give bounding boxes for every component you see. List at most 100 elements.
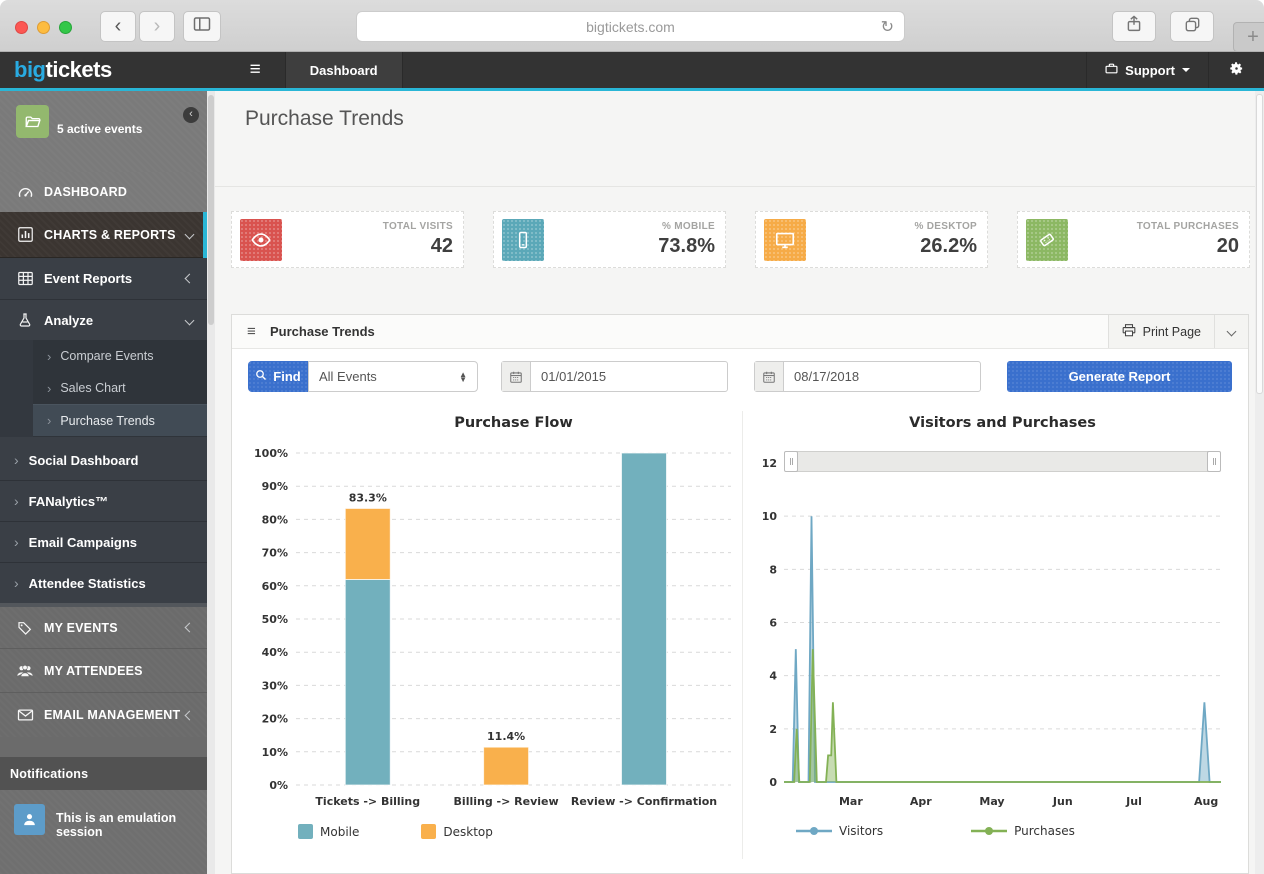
share-button[interactable] [1112,11,1156,42]
range-slider-right-handle[interactable] [1207,451,1221,472]
stat-value: 26.2% [920,235,977,258]
logo-tickets: tickets [46,57,112,83]
forward-button[interactable]: › [139,11,175,42]
sidebar-item-compare-events[interactable]: › Compare Events [33,340,207,372]
flask-icon [14,312,36,328]
new-tab-button[interactable]: + [1233,22,1264,52]
find-label: Find [273,369,300,384]
users-icon [14,663,36,679]
svg-text:60%: 60% [262,580,288,593]
event-filter-select[interactable]: All Events ▲▼ [308,361,478,392]
chevron-left-icon [185,710,195,720]
generate-report-button[interactable]: Generate Report [1007,361,1232,392]
back-button[interactable]: ‹ [100,11,136,42]
legend-item-purchases[interactable]: Purchases [971,824,1075,838]
chevron-down-icon [185,315,195,325]
email-campaigns-label: Email Campaigns [29,535,137,550]
svg-text:12: 12 [762,457,777,470]
sidebar-item-fanalytics[interactable]: › FANalytics™ [0,481,207,522]
panel-options-button[interactable] [1214,315,1248,348]
chevron-down-icon [185,230,195,240]
stat-label: TOTAL PURCHASES [1137,221,1239,232]
browser-chrome: ‹ › bigtickets.com ↻ + [0,0,1264,52]
svg-text:Aug: Aug [1194,795,1218,808]
main-scrollbar[interactable] [1255,91,1264,874]
purchase-trends-panel: ≡ Purchase Trends Print Page Find [231,314,1249,874]
purchase-flow-chart: 0%10%20%30%40%50%60%70%80%90%100%83.3%Ti… [232,439,742,814]
sidebar-item-email-campaigns[interactable]: › Email Campaigns [0,522,207,563]
user-icon [14,804,45,835]
page-title: Purchase Trends [245,107,404,131]
date-to-input[interactable] [784,362,980,391]
legend-item-visitors[interactable]: Visitors [796,824,883,838]
browser-sidebar-toggle-button[interactable] [183,11,221,42]
stat-value: 20 [1217,235,1239,258]
find-button[interactable]: Find [248,361,308,392]
sidebar-item-charts-reports[interactable]: CHARTS & REPORTS [0,212,207,258]
mobile-swatch-icon [298,824,313,839]
chart-range-slider[interactable] [784,451,1221,472]
menu-toggle-button[interactable]: ≡ [226,52,286,88]
tabs-icon [1184,16,1201,38]
submenu-arrow-icon: › [14,575,19,591]
address-bar[interactable]: bigtickets.com ↻ [356,11,905,42]
svg-text:10%: 10% [262,746,288,759]
tab-dashboard[interactable]: Dashboard [286,52,403,88]
panel-header: ≡ Purchase Trends Print Page [232,315,1248,349]
panel-menu-icon[interactable]: ≡ [247,323,256,340]
settings-button[interactable] [1209,52,1264,88]
svg-text:11.4%: 11.4% [487,730,525,743]
app-navbar: bigtickets ≡ Dashboard Support [0,52,1264,88]
range-slider-left-handle[interactable] [784,451,798,472]
sidebar-item-my-events[interactable]: MY EVENTS [0,607,207,649]
search-icon [255,369,267,384]
sidebar-item-analyze[interactable]: Analyze [0,300,207,340]
sidebar-scrollbar[interactable] [207,91,215,874]
chevron-down-icon [1227,327,1237,337]
sidebar-item-social-dashboard[interactable]: › Social Dashboard [0,440,207,481]
stat-value: 42 [431,235,453,258]
bar-chart-icon [14,226,36,243]
date-to-group [754,361,981,392]
sidebar-item-dashboard[interactable]: DASHBOARD [0,172,207,212]
date-from-input[interactable] [531,362,727,391]
visitors-purchases-legend: Visitors Purchases [796,824,1075,838]
reload-icon[interactable]: ↻ [881,17,894,37]
stat-cards-row: TOTAL VISITS 42 % MOBILE 73.8% % DESKTOP… [231,211,1250,268]
legend-desktop-label: Desktop [443,825,493,839]
minimize-window-button[interactable] [37,21,50,34]
support-dropdown[interactable]: Support [1086,52,1209,88]
svg-text:Review -> Confirmation: Review -> Confirmation [571,795,717,808]
tab-overview-button[interactable] [1170,11,1214,42]
bigtickets-logo[interactable]: bigtickets [0,52,126,88]
attendee-statistics-label: Attendee Statistics [29,576,146,591]
close-window-button[interactable] [15,21,28,34]
envelope-icon [14,708,36,722]
print-page-button[interactable]: Print Page [1108,315,1214,348]
sidebar-item-attendee-statistics[interactable]: › Attendee Statistics [0,563,207,603]
caret-down-icon [1182,68,1190,72]
dashboard-label: DASHBOARD [44,185,127,199]
sidebar-item-purchase-trends[interactable]: › Purchase Trends [33,404,207,436]
stat-label: TOTAL VISITS [383,221,453,232]
legend-item-desktop[interactable]: Desktop [421,824,493,839]
legend-item-mobile[interactable]: Mobile [298,824,359,839]
active-events-label: 5 active events [57,122,142,136]
sidebar-collapse-button[interactable]: ‹ [183,107,199,123]
stat-value: 73.8% [658,235,715,258]
event-reports-label: Event Reports [44,271,132,286]
maximize-window-button[interactable] [59,21,72,34]
sidebar-item-event-reports[interactable]: Event Reports [0,258,207,300]
svg-text:Mar: Mar [839,795,863,808]
analyze-submenu: › Compare Events › Sales Chart › Purchas… [33,340,207,437]
sidebar-item-my-attendees[interactable]: MY ATTENDEES [0,649,207,693]
title-divider [215,186,1264,187]
sidebar-item-email-management[interactable]: EMAIL MANAGEMENT [0,693,207,737]
svg-text:40%: 40% [262,646,288,659]
analyze-label: Analyze [44,313,93,328]
sidebar-item-sales-chart[interactable]: › Sales Chart [33,372,207,404]
sidebar-filler [0,737,207,757]
active-events-summary[interactable]: 5 active events ‹ [0,91,207,172]
svg-text:30%: 30% [262,679,288,692]
svg-text:83.3%: 83.3% [349,491,387,504]
